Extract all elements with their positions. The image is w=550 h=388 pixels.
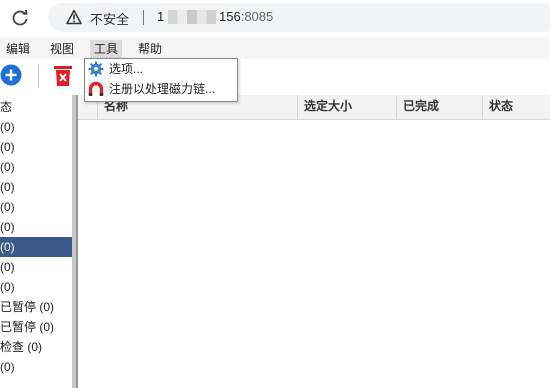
menu-item-options-label: 选项... bbox=[109, 62, 144, 76]
sidebar-item[interactable]: (0) bbox=[0, 357, 72, 377]
status-sidebar: 态 (0) (0) (0) (0) (0) (0) (0) (0) (0) 已暂停 (0) 已暂停 … bbox=[0, 95, 72, 388]
sidebar-item[interactable]: (0) bbox=[0, 197, 72, 217]
delete-icon[interactable] bbox=[52, 64, 74, 88]
menu-item-register-magnet[interactable]: 注册以处理磁力链... bbox=[85, 79, 237, 99]
url-redacted bbox=[168, 10, 216, 24]
add-icon[interactable] bbox=[0, 64, 22, 86]
menu-tools[interactable]: 工具 bbox=[90, 40, 123, 58]
sidebar-item[interactable]: 已暂停 (0) bbox=[0, 317, 72, 337]
url-suffix: 156:8085 bbox=[219, 9, 273, 24]
sidebar-header: 态 bbox=[0, 100, 13, 114]
url-port: :8085 bbox=[240, 9, 274, 24]
menu-view[interactable]: 视图 bbox=[46, 40, 78, 58]
menu-edit[interactable]: 编辑 bbox=[2, 40, 34, 58]
column-header-status[interactable]: 状态 bbox=[483, 95, 550, 119]
gear-icon bbox=[88, 61, 104, 77]
reload-icon[interactable] bbox=[10, 8, 30, 28]
magnet-icon bbox=[88, 81, 104, 96]
sidebar-item[interactable]: (0) bbox=[0, 177, 72, 197]
sidebar-item[interactable]: (0) bbox=[0, 157, 72, 177]
toolbar bbox=[0, 59, 550, 96]
torrent-table: 名称 选定大小 已完成 状态 bbox=[78, 95, 550, 388]
sidebar-item[interactable]: (0) bbox=[0, 117, 72, 137]
warning-icon[interactable] bbox=[66, 9, 82, 25]
insecure-label: 不安全 bbox=[90, 12, 130, 27]
tools-dropdown: 选项... 注册以处理磁力链... bbox=[84, 58, 238, 102]
sidebar-item[interactable]: (0) bbox=[0, 137, 72, 157]
sidebar-item[interactable]: (0) bbox=[0, 257, 72, 277]
toolbar-divider bbox=[38, 64, 39, 88]
sidebar-item[interactable]: (0) bbox=[0, 277, 72, 297]
sidebar-item[interactable]: 检查 (0) bbox=[0, 337, 72, 357]
menu-item-register-magnet-label: 注册以处理磁力链... bbox=[109, 82, 216, 96]
menu-bar bbox=[0, 37, 550, 59]
url-host-suffix: 156 bbox=[219, 9, 241, 24]
sidebar-item[interactable]: 已暂停 (0) bbox=[0, 297, 72, 317]
menu-help[interactable]: 帮助 bbox=[134, 40, 166, 58]
column-header-size[interactable]: 选定大小 bbox=[298, 95, 397, 119]
address-divider bbox=[143, 10, 144, 25]
sidebar-item[interactable]: (0) bbox=[0, 217, 72, 237]
url-prefix: 1 bbox=[157, 9, 165, 24]
column-header-done[interactable]: 已完成 bbox=[397, 95, 483, 119]
sidebar-item[interactable]: (0) bbox=[0, 237, 72, 257]
menu-item-options[interactable]: 选项... bbox=[85, 59, 237, 79]
browser-toolbar: 不安全 1 156:8085 bbox=[0, 0, 550, 37]
